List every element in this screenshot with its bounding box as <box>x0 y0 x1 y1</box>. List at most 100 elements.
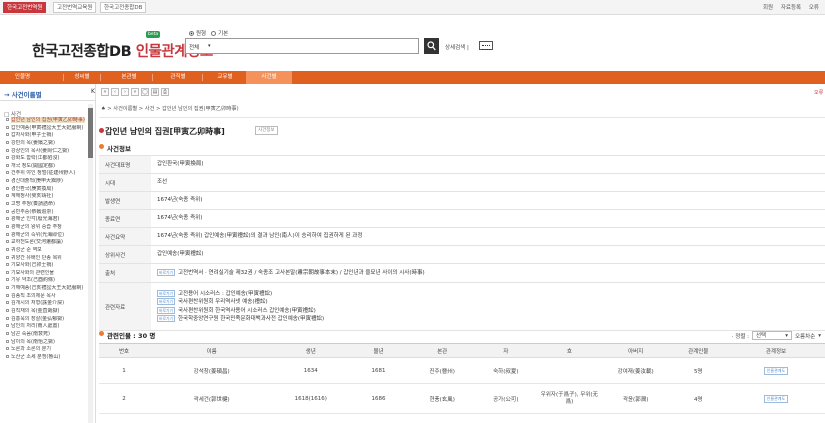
tree-item[interactable]: 기해예송(己亥禮訟大王大妃服制) <box>6 285 88 293</box>
column-header[interactable]: 호 <box>537 343 602 358</box>
event-info-heading: 사건정보 <box>107 145 131 153</box>
tree-item[interactable]: 기묘사화(己卯士禍) <box>6 262 88 270</box>
search-button[interactable] <box>424 38 439 54</box>
tree-item[interactable]: 갑인년 남인의 집권(甲寅乙卯時事) <box>6 117 88 125</box>
tree-item[interactable]: 귀성군 준 역모 <box>6 247 88 255</box>
zoom-button[interactable]: ◯ <box>141 88 149 96</box>
sidebar-scrollbar[interactable] <box>88 104 93 423</box>
search-input[interactable]: 전체 ▾ <box>185 38 419 54</box>
shortcut-link[interactable]: 바로가기 <box>157 315 175 322</box>
print-button[interactable]: ⎙ <box>161 88 169 96</box>
info-value: 1674년(숙종 즉위) 갑인예송(甲寅禮訟)의 결과 남인(南人)이 승리하여… <box>151 227 825 246</box>
table-cell: 강석창(姜碩昌) <box>149 357 275 384</box>
tree-item[interactable]: 교하천도론(交河遷都論) <box>6 239 88 247</box>
column-header[interactable]: 번호 <box>99 343 150 358</box>
shortcut-link[interactable]: 바로가기 <box>157 268 175 276</box>
detail-search-link[interactable]: 상세검색 | <box>445 43 469 51</box>
tree-item[interactable]: 기유 약조(己酉約條) <box>6 277 88 285</box>
tree-item[interactable]: 경신대출척(庚申大黜陟) <box>6 178 88 186</box>
close-link[interactable]: 오류 <box>814 89 823 96</box>
info-value: 조선 <box>151 173 825 192</box>
relation-map-button[interactable]: 인물관계도 <box>763 394 789 403</box>
node-icon <box>6 186 9 190</box>
search-scope[interactable]: 전체 <box>189 43 199 51</box>
order-select[interactable]: 오름차순 <box>795 332 815 340</box>
tree-item[interactable]: 기묘사화의 관련인물 <box>6 270 88 278</box>
column-header[interactable]: 몰년 <box>347 343 410 358</box>
scroll-thumb[interactable] <box>88 108 93 158</box>
column-header[interactable]: 관계인물 <box>669 343 727 358</box>
column-header[interactable]: 관계정보 <box>726 343 825 358</box>
tree-item-label: 기묘사화(己卯士禍) <box>11 262 54 269</box>
tree-item[interactable]: 남이의 옥(南怡之獄) <box>6 339 88 347</box>
tree-item[interactable]: 광해군의 왕위 승습 주청 <box>6 224 88 232</box>
tree-item[interactable]: 남곤 죽음(南袞死) <box>6 331 88 339</box>
nav-surname[interactable]: 성씨별 <box>63 71 101 84</box>
table-cell: 현풍(玄風) <box>409 383 475 414</box>
tree-item[interactable]: 노산군 소세 분쟁(魯山) <box>6 354 88 362</box>
link-error[interactable]: 오류 <box>809 5 819 11</box>
tree-item[interactable]: 공빈추숭(恭嬪追崇) <box>6 209 88 217</box>
tree-item[interactable]: 강화도 함락(江都陷沒) <box>6 155 88 163</box>
next-page-button[interactable]: › <box>121 88 129 96</box>
tree-item-label: 경인환국(庚寅換局) <box>11 185 54 192</box>
last-page-button[interactable]: » <box>131 88 139 96</box>
nav-office[interactable]: 관직별 <box>158 71 198 84</box>
tree-item[interactable]: 노론과 소론의 분기 <box>6 346 88 354</box>
tree-item-label: 남곤 죽음(南袞死) <box>11 330 50 337</box>
sort-select[interactable]: 선택 ▾ <box>751 331 792 340</box>
tab-itkc[interactable]: 한국고전번역원 <box>3 2 47 13</box>
column-header[interactable]: 본관 <box>409 343 475 358</box>
tree-item[interactable]: 김개시의 처형(誅金介屎) <box>6 300 88 308</box>
info-row: 상위사건 갑인예송(甲寅禮訟) <box>99 245 825 264</box>
nav-person[interactable]: 인물명 <box>0 71 45 84</box>
column-header[interactable]: 생년 <box>274 343 348 358</box>
search-mode: 원형 기본 <box>189 29 228 37</box>
tree-item-label: 갑자사화(甲子士禍) <box>11 132 54 139</box>
tree-item[interactable]: 갑자사화(甲子士禍) <box>6 132 88 140</box>
info-line: 1674년(숙종 즉위) 갑인예송(甲寅禮訟)의 결과 남인(南人)이 승리하여… <box>157 232 819 241</box>
tree-item[interactable]: 남인의 처리(南人處置) <box>6 323 88 331</box>
tree-item-label: 노론과 소론의 분기 <box>11 346 51 353</box>
tab-db[interactable]: 한국고전종합DB <box>100 2 147 13</box>
column-header[interactable]: 아버지 <box>601 343 670 358</box>
relation-map-button[interactable]: 인물관계도 <box>763 366 789 375</box>
shortcut-link[interactable]: 바로가기 <box>157 306 175 314</box>
link-register[interactable]: 자료등록 <box>781 5 801 11</box>
tree-item-label: 귀양간 유배인 단종 복위 <box>11 254 62 261</box>
tree-item[interactable]: 김홍욱의 장살(金弘郁獄) <box>6 316 88 324</box>
column-header[interactable]: 이름 <box>149 343 275 358</box>
radio-basic[interactable] <box>211 30 217 36</box>
table-cell: 5명 <box>669 357 727 384</box>
shortcut-link[interactable]: 바로가기 <box>157 289 175 297</box>
tree-item[interactable]: 계해정사(癸亥靖社) <box>6 193 88 201</box>
tree-item[interactable]: 광해군 인각(廢光海君) <box>6 216 88 224</box>
tree-item[interactable]: 광해군의 즉위(光海即位) <box>6 232 88 240</box>
chevron-down-icon[interactable]: ▾ <box>208 43 211 49</box>
nav-friendship[interactable]: 교유별 <box>206 71 244 84</box>
tree-item[interactable]: 강상인의 옥사(姜尙仁之獄) <box>6 148 88 156</box>
info-row: 발생연 1674년(숙종 즉위) <box>99 191 825 210</box>
nav-origin[interactable]: 본관별 <box>108 71 150 84</box>
tab-education[interactable]: 고전번역교육원 <box>53 2 97 13</box>
prev-page-button[interactable]: ‹ <box>111 88 119 96</box>
tree-item[interactable]: 강빈의 옥(姜嬪之獄) <box>6 140 88 148</box>
tree-item[interactable]: 귀양간 유배인 단종 복위 <box>6 255 88 263</box>
keyboard-icon[interactable] <box>479 41 493 50</box>
tree-item[interactable]: 개국 정도(開國定都) <box>6 163 88 171</box>
chevron-down-icon[interactable]: ▾ <box>818 333 821 339</box>
nav-event[interactable]: 사건별 <box>246 71 292 84</box>
tree-item[interactable]: 고명 주청(奏請誥命) <box>6 201 88 209</box>
list-button[interactable]: ▤ <box>151 88 159 96</box>
tree-item[interactable]: 김종직 조의제문 옥사 <box>6 293 88 301</box>
tree-item[interactable]: 김직재의 옥(金直哉獄) <box>6 308 88 316</box>
info-value: 1674년(숙종 즉위) <box>151 191 825 210</box>
shortcut-link[interactable]: 바로가기 <box>157 298 175 305</box>
tree-item[interactable]: 경인환국(庚寅換局) <box>6 186 88 194</box>
first-page-button[interactable]: « <box>101 88 109 96</box>
link-member[interactable]: 회원 <box>763 5 773 11</box>
tree-item[interactable]: 갑인예송(甲寅禮訟大王大妃服制) <box>6 125 88 133</box>
tree-item[interactable]: 건주위 야인 정벌(征建州野人) <box>6 170 88 178</box>
column-header[interactable]: 자 <box>474 343 538 358</box>
radio-original[interactable] <box>189 30 194 36</box>
